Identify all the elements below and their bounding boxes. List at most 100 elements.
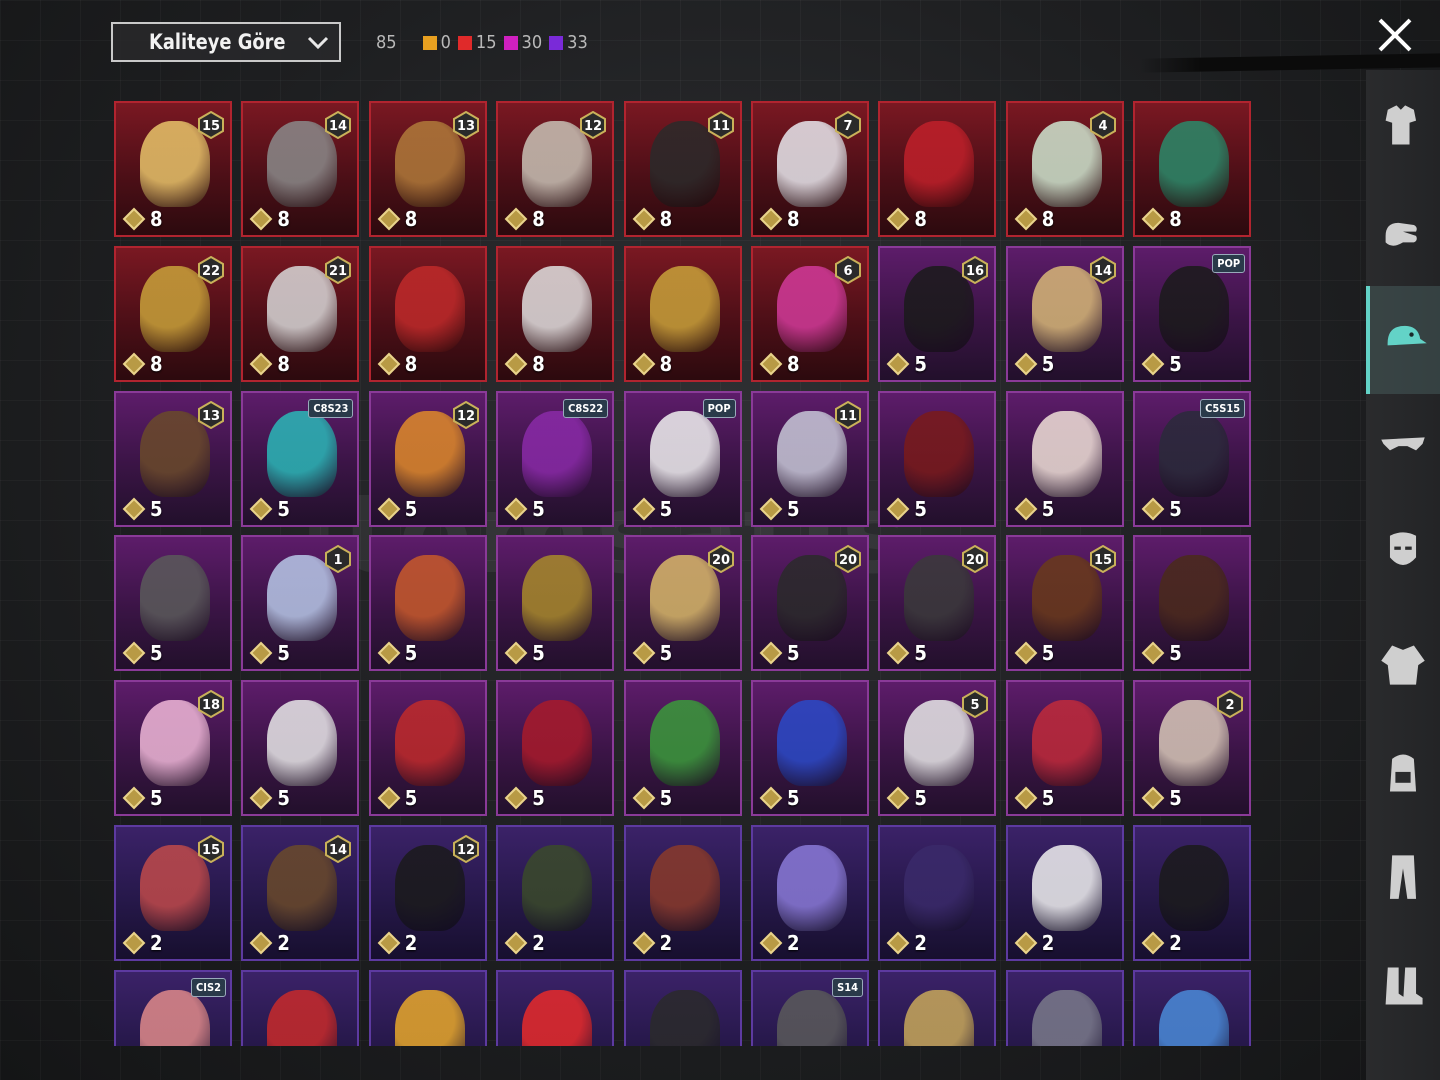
item-card[interactable]: 15 5 — [1005, 535, 1124, 672]
item-card[interactable]: 14 5 — [1005, 245, 1124, 382]
item-card[interactable]: 20 5 — [878, 535, 997, 672]
item-card[interactable]: 12 2 — [368, 825, 487, 961]
item-card[interactable]: 16 5 — [878, 245, 997, 382]
item-value: 2 — [375, 931, 417, 955]
item-card[interactable]: 11 5 — [751, 390, 869, 527]
level-number: 14 — [1094, 264, 1112, 279]
item-card[interactable]: 25 — [1133, 680, 1252, 817]
item-count: 5 — [787, 496, 800, 521]
item-card[interactable]: 2 — [878, 825, 997, 961]
item-card[interactable]: 5 — [751, 680, 869, 817]
item-card[interactable] — [623, 969, 742, 1046]
item-card[interactable]: 48 — [1005, 101, 1124, 237]
level-number: 20 — [712, 553, 730, 568]
item-card[interactable]: 15 8 — [114, 101, 232, 237]
item-image — [777, 989, 847, 1046]
diamond-icon — [122, 786, 146, 810]
item-card[interactable]: C8S23 5 — [241, 390, 360, 527]
diamond-icon — [1141, 931, 1165, 955]
item-card[interactable]: 5 — [1133, 535, 1252, 672]
item-card[interactable]: 2 — [496, 825, 615, 961]
item-card[interactable]: POP 5 — [623, 390, 742, 527]
sidebar-item[interactable] — [1366, 840, 1440, 912]
rarity-counts: 85 0 15 30 33 — [376, 32, 595, 53]
item-card[interactable] — [878, 969, 997, 1046]
item-card[interactable]: S14 — [751, 969, 869, 1046]
sidebar-item[interactable] — [1366, 737, 1440, 809]
item-card[interactable] — [1133, 969, 1252, 1046]
diamond-icon — [632, 207, 655, 231]
item-value: 5 — [1012, 641, 1054, 665]
item-card[interactable] — [496, 969, 615, 1046]
item-count: 5 — [914, 641, 927, 666]
item-count: 5 — [277, 641, 290, 666]
item-value: 5 — [884, 497, 927, 521]
item-card[interactable]: 11 8 — [623, 101, 742, 237]
sidebar-item[interactable] — [1366, 409, 1440, 481]
item-card[interactable]: 15 2 — [114, 825, 232, 961]
item-card[interactable]: 20 5 — [751, 535, 869, 672]
item-card[interactable]: 2 — [751, 825, 869, 961]
item-card[interactable]: 13 8 — [368, 101, 487, 237]
item-count: 5 — [404, 641, 418, 666]
sidebar-item[interactable] — [1366, 628, 1440, 700]
item-card[interactable]: 12 8 — [496, 101, 615, 237]
item-card[interactable]: 68 — [751, 245, 869, 382]
item-card[interactable]: 5 — [368, 535, 487, 672]
item-card[interactable]: 18 5 — [114, 680, 232, 817]
item-card[interactable]: 12 5 — [368, 390, 487, 527]
item-card[interactable]: C8S22 5 — [496, 390, 615, 527]
sidebar-item[interactable] — [1366, 950, 1440, 1022]
item-value: 8 — [120, 207, 163, 231]
item-card[interactable]: 15 — [241, 535, 360, 672]
sidebar-item[interactable] — [1366, 286, 1440, 394]
sort-dropdown[interactable]: Kaliteye Göre — [111, 22, 341, 62]
item-card[interactable]: 2 — [623, 825, 742, 961]
item-card[interactable]: 14 8 — [241, 101, 360, 237]
item-card[interactable]: 55 — [878, 680, 997, 817]
item-card[interactable]: 5 — [496, 535, 615, 672]
item-card[interactable]: 5 — [623, 680, 742, 817]
item-card[interactable]: 5 — [496, 680, 615, 817]
item-value: 2 — [757, 931, 800, 955]
glasses-icon — [1381, 437, 1425, 451]
item-card[interactable]: 5 — [1005, 680, 1124, 817]
item-count: 5 — [1041, 496, 1055, 521]
sidebar-item[interactable] — [1366, 90, 1440, 162]
item-card[interactable]: 8 — [623, 245, 742, 382]
item-card[interactable]: 21 8 — [241, 245, 360, 382]
item-count: 5 — [659, 496, 673, 521]
item-card[interactable]: 5 — [1005, 390, 1124, 527]
item-card[interactable]: 5 — [114, 535, 232, 672]
item-card[interactable]: C5S15 5 — [1133, 390, 1252, 527]
item-count: 5 — [659, 641, 673, 666]
item-card[interactable]: 8 — [496, 245, 615, 382]
level-hex-icon: 20 — [962, 545, 989, 574]
item-card[interactable]: 13 5 — [114, 390, 232, 527]
sidebar-item[interactable] — [1366, 201, 1440, 273]
item-card[interactable] — [1005, 969, 1124, 1046]
item-card[interactable]: 22 8 — [114, 245, 232, 382]
item-card[interactable]: 2 — [1005, 825, 1124, 961]
item-image — [1159, 555, 1230, 642]
item-card[interactable]: 5 — [878, 390, 997, 527]
item-value: 5 — [120, 641, 163, 665]
item-card[interactable]: 8 — [368, 245, 487, 382]
item-card[interactable]: 5 — [368, 680, 487, 817]
close-icon[interactable] — [1376, 16, 1414, 54]
item-card[interactable] — [241, 969, 360, 1046]
sidebar-item[interactable] — [1366, 516, 1440, 588]
item-card[interactable]: POP 5 — [1133, 245, 1252, 382]
item-card[interactable]: 78 — [751, 101, 869, 237]
item-card[interactable] — [368, 969, 487, 1046]
diamond-icon — [887, 207, 910, 231]
item-card[interactable]: 20 5 — [623, 535, 742, 672]
item-value: 8 — [757, 207, 800, 231]
item-card[interactable]: 5 — [241, 680, 360, 817]
item-card[interactable]: 8 — [1133, 101, 1252, 237]
item-card[interactable]: 2 — [1133, 825, 1252, 961]
item-card[interactable]: 14 2 — [241, 825, 360, 961]
item-card[interactable]: CIS2 — [114, 969, 232, 1046]
item-card[interactable]: 8 — [878, 101, 997, 237]
item-value: 8 — [630, 207, 672, 231]
